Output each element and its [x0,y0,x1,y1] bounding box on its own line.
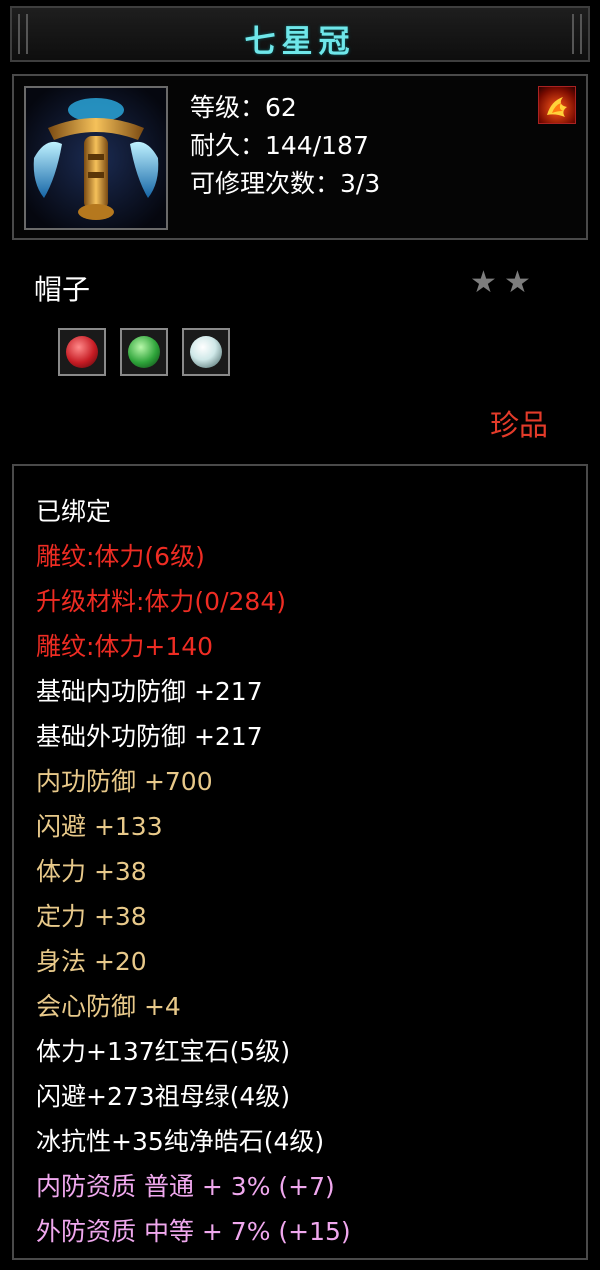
ruby-gem-bonus: 体力+137红宝石(5级) [36,1037,291,1066]
emerald-gem-bonus: 闪避+273祖母绿(4级) [36,1082,291,1111]
star-icon: ★ [470,265,497,300]
title-ornament-right [572,14,582,54]
crit-defense-stat: 会心防御 +4 [36,992,181,1021]
focus-stat: 定力 +38 [36,902,147,931]
upgrade-material: 升级材料:体力(0/284) [36,587,286,616]
item-info-box: 等级：62 耐久：144/187 可修理次数：3/3 [12,74,588,240]
repair-count-stat: 可修理次数：3/3 [190,169,381,198]
star-icon: ★ [504,265,531,300]
attributes-box: 已绑定 雕纹:体力(6级) 升级材料:体力(0/284) 雕纹:体力+140 基… [12,464,588,1260]
durability-stat: 耐久：144/187 [190,131,369,160]
inner-defense-aptitude: 内防资质 普通 + 3% (+7) [36,1172,335,1201]
base-inner-defense: 基础内功防御 +217 [36,677,263,706]
inner-defense: 内功防御 +700 [36,767,213,796]
helmet-crown-icon [24,86,168,230]
item-name: 七星冠 [244,24,356,60]
engraving-bonus: 雕纹:体力+140 [36,632,214,661]
title-bar: 七星冠 [10,6,590,62]
item-type: 帽子 [34,273,91,306]
stamina-stat: 体力 +38 [36,857,147,886]
item-tooltip: 七星冠 等级：62 耐久：144/187 可修理次数：3/3 帽子 ★ ★ 珍品… [0,0,600,1270]
level-stat: 等级：62 [190,93,297,122]
bind-status: 已绑定 [36,497,112,526]
base-outer-defense: 基础外功防御 +217 [36,722,263,751]
agility-stat: 身法 +20 [36,947,147,976]
gem-sockets [58,328,230,376]
star-rating: ★ ★ [470,268,534,298]
dodge-stat: 闪避 +133 [36,812,163,841]
quality-label: 珍品 [490,408,549,442]
ruby-gem-icon[interactable] [58,328,106,376]
diamond-gem-bonus: 冰抗性+35纯净皓石(4级) [36,1127,325,1156]
fire-element-icon [538,86,576,124]
engraving-level: 雕纹:体力(6级) [36,542,205,571]
diamond-gem-icon[interactable] [182,328,230,376]
outer-defense-aptitude: 外防资质 中等 + 7% (+15) [36,1217,351,1246]
emerald-gem-icon[interactable] [120,328,168,376]
